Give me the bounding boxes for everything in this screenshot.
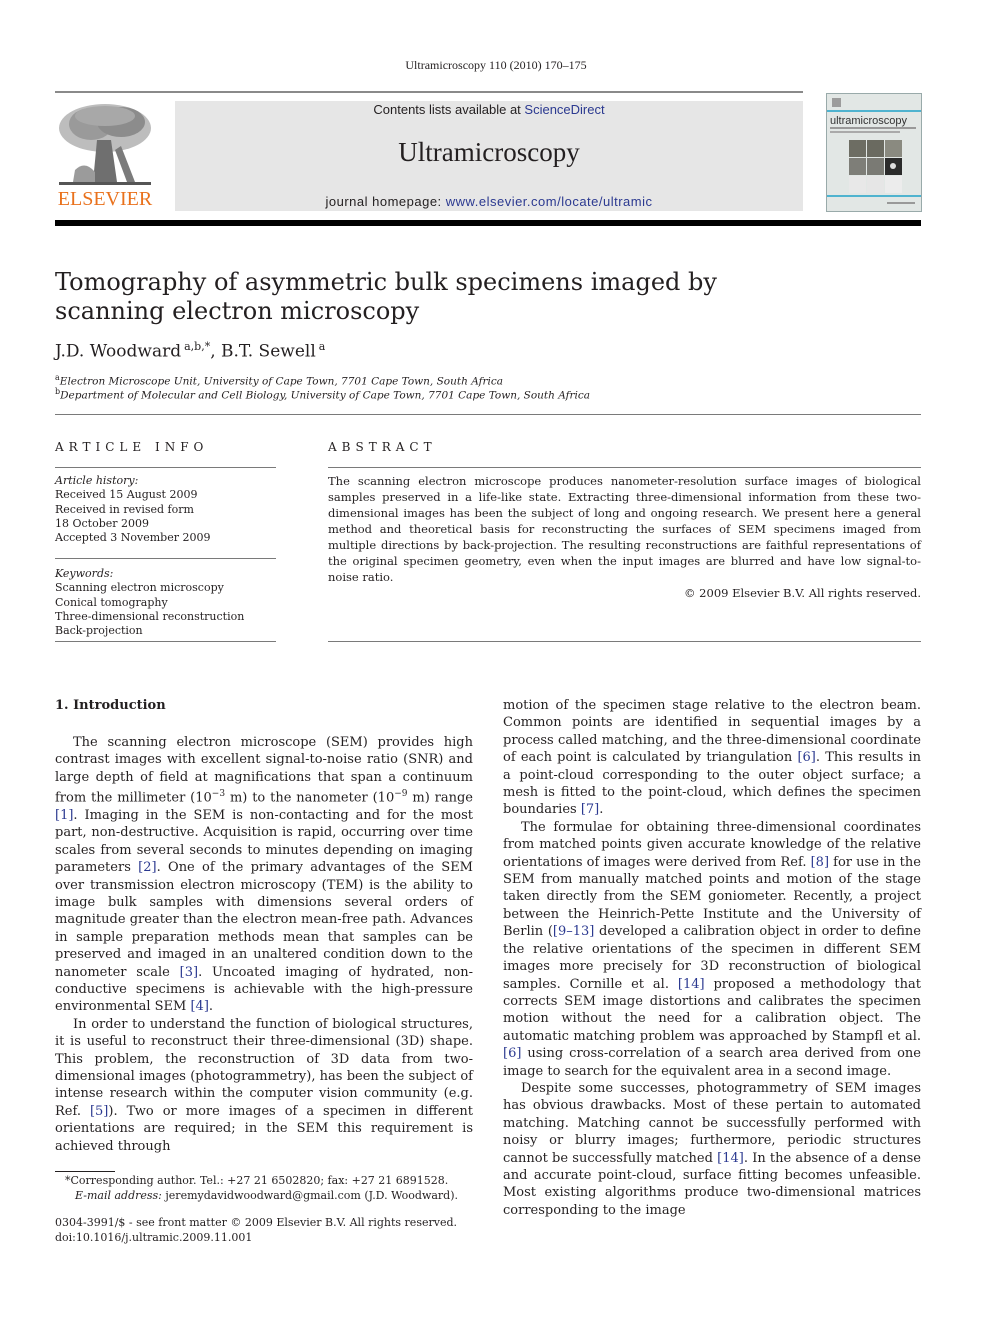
keyword[interactable]: Scanning electron microscopy xyxy=(55,581,244,595)
reference-link[interactable]: [2] xyxy=(138,860,156,875)
journal-cover-icon: ultramicroscopy xyxy=(827,94,921,211)
reference-link[interactable]: [1] xyxy=(55,808,73,823)
elsevier-logo[interactable]: ELSEVIER xyxy=(55,100,167,212)
affiliation: aElectron Microscope Unit, University of… xyxy=(55,373,503,388)
journal-citation: Ultramicroscopy 110 (2010) 170–175 xyxy=(405,58,587,72)
article-info-heading: ARTICLE INFO xyxy=(55,440,209,454)
divider xyxy=(55,558,276,559)
body-paragraph: The scanning electron microscope (SEM) p… xyxy=(55,734,473,1016)
reference-link[interactable]: [8] xyxy=(811,855,829,870)
body-text: using cross-correlation of a search area… xyxy=(503,1046,921,1079)
homepage-prefix: journal homepage: xyxy=(325,194,446,209)
body-text: m) to the nanometer (10 xyxy=(225,790,395,806)
elsevier-wordmark: ELSEVIER xyxy=(57,188,153,210)
body-text: ). Two or more images of a specimen in d… xyxy=(55,1103,473,1154)
reference-link[interactable]: [6] xyxy=(797,750,815,765)
elsevier-tree-icon xyxy=(55,100,155,188)
keywords-block: Keywords: Scanning electron microscopy C… xyxy=(55,567,244,638)
doi-link[interactable]: doi:10.1016/j.ultramic.2009.11.001 xyxy=(55,1231,457,1246)
contents-available-line: Contents lists available at ScienceDirec… xyxy=(175,102,803,117)
corresponding-author-footnote: *Corresponding author. Tel.: +27 21 6502… xyxy=(55,1174,475,1203)
reference-link[interactable]: [4] xyxy=(190,999,208,1014)
header-bottom-rule xyxy=(55,220,921,226)
email-line: E-mail address: jeremydavidwoodward@gmai… xyxy=(55,1189,475,1204)
divider xyxy=(55,414,921,415)
body-column-right: motion of the specimen stage relative to… xyxy=(503,697,921,1219)
body-paragraph: In order to understand the function of b… xyxy=(55,1016,473,1155)
divider xyxy=(328,467,921,468)
issn-line: 0304-3991/$ - see front matter © 2009 El… xyxy=(55,1216,457,1229)
author-affiliation-marks[interactable]: a,b,* xyxy=(184,340,210,353)
body-text: m) range xyxy=(407,790,473,806)
abstract-text: The scanning electron microscope produce… xyxy=(328,474,921,584)
corresponding-author-note: *Corresponding author. Tel.: +27 21 6502… xyxy=(65,1174,449,1187)
body-text: . xyxy=(599,802,604,818)
reference-link[interactable]: [9–13] xyxy=(553,924,594,939)
affiliation-text: Electron Microscope Unit, University of … xyxy=(59,375,503,388)
author-name[interactable]: B.T. Sewell xyxy=(221,342,316,362)
journal-homepage-line: journal homepage: www.elsevier.com/locat… xyxy=(175,194,803,209)
body-text: . One of the primary advantages of the S… xyxy=(55,860,473,980)
abstract-copyright: © 2009 Elsevier B.V. All rights reserved… xyxy=(684,586,921,600)
divider xyxy=(55,467,276,468)
body-text: . xyxy=(208,999,214,1015)
abstract-heading: ABSTRACT xyxy=(328,440,437,454)
footnote-rule xyxy=(55,1171,115,1172)
exponent: −3 xyxy=(211,789,226,800)
reference-link[interactable]: [6] xyxy=(503,1046,521,1061)
reference-link[interactable]: [14] xyxy=(678,977,705,992)
journal-name: Ultramicroscopy xyxy=(398,137,580,167)
reference-link[interactable]: [3] xyxy=(180,965,198,980)
email-address[interactable]: jeremydavidwoodward@gmail.com (J.D. Wood… xyxy=(162,1189,458,1202)
section-heading-introduction: 1. Introduction xyxy=(55,698,166,713)
history-entry: Received 15 August 2009 xyxy=(55,488,198,502)
journal-header-panel: Contents lists available at ScienceDirec… xyxy=(175,101,803,211)
journal-homepage-link[interactable]: www.elsevier.com/locate/ultramic xyxy=(446,194,653,209)
reference-link[interactable]: [7] xyxy=(581,802,599,817)
keywords-label: Keywords: xyxy=(55,567,114,580)
body-paragraph: The formulae for obtaining three-dimensi… xyxy=(503,819,921,1080)
keyword[interactable]: Conical tomography xyxy=(55,596,244,610)
contents-prefix: Contents lists available at xyxy=(373,102,525,117)
email-label: E-mail address: xyxy=(75,1188,162,1202)
reference-link[interactable]: [14] xyxy=(717,1151,744,1166)
author-name[interactable]: J.D. Woodward xyxy=(55,342,181,362)
journal-cover-thumbnail[interactable]: ultramicroscopy xyxy=(826,93,922,212)
abstract-body: The scanning electron microscope produce… xyxy=(328,473,921,601)
front-matter: 0304-3991/$ - see front matter © 2009 El… xyxy=(55,1216,457,1245)
divider xyxy=(55,641,276,642)
svg-text:ultramicroscopy: ultramicroscopy xyxy=(830,115,908,127)
sciencedirect-link[interactable]: ScienceDirect xyxy=(524,102,604,117)
history-entry: Received in revised form xyxy=(55,502,194,516)
history-entry: Accepted 3 November 2009 xyxy=(55,531,211,545)
author-affiliation-marks[interactable]: a xyxy=(319,340,326,353)
author-list: J.D. Woodward a,b,*, B.T. Sewell a xyxy=(55,340,325,362)
keyword[interactable]: Back-projection xyxy=(55,624,244,638)
body-paragraph: motion of the specimen stage relative to… xyxy=(503,697,921,819)
article-history: Article history: Received 15 August 2009… xyxy=(55,474,210,545)
article-history-label: Article history: xyxy=(55,474,139,487)
keyword[interactable]: Three-dimensional reconstruction xyxy=(55,610,244,624)
reference-link[interactable]: [5] xyxy=(90,1104,108,1119)
header-top-rule xyxy=(55,91,803,93)
history-entry: 18 October 2009 xyxy=(55,516,150,530)
article-title: Tomography of asymmetric bulk specimens … xyxy=(55,268,717,325)
affiliation: bDepartment of Molecular and Cell Biolog… xyxy=(55,387,590,402)
affiliation-text: Department of Molecular and Cell Biology… xyxy=(60,389,591,402)
divider xyxy=(328,641,921,642)
exponent: −9 xyxy=(394,789,408,800)
body-column-left: The scanning electron microscope (SEM) p… xyxy=(55,734,473,1155)
author-separator: , xyxy=(210,341,222,362)
body-paragraph: Despite some successes, photogrammetry o… xyxy=(503,1080,921,1219)
